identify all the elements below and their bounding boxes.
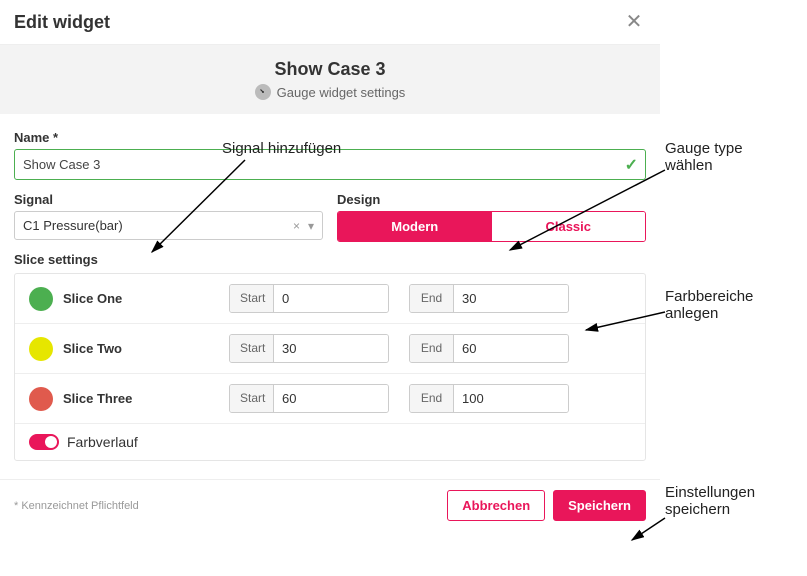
close-icon[interactable]: ✕ [622, 10, 646, 34]
annotation-color-ranges: Farbbereiche anlegen [665, 288, 785, 322]
end-label: End [410, 335, 454, 362]
slice-end-input[interactable] [454, 385, 568, 412]
slice-name-label: Slice Two [63, 341, 122, 356]
cancel-button[interactable]: Abbrechen [447, 490, 545, 521]
design-option-modern[interactable]: Modern [338, 212, 492, 241]
preview-subtitle: Gauge widget settings [277, 85, 406, 100]
slice-row: Slice One Start End [15, 274, 645, 324]
slice-end-input[interactable] [454, 335, 568, 362]
design-toggle: Modern Classic [337, 211, 646, 242]
preview-banner: Show Case 3 Gauge widget settings [0, 44, 660, 114]
end-label: End [410, 285, 454, 312]
annotation-save-settings: Einstellungen speichern [665, 484, 785, 518]
start-label: Start [230, 385, 274, 412]
clear-icon[interactable]: × [293, 219, 300, 233]
start-label: Start [230, 285, 274, 312]
slice-color-swatch[interactable] [29, 337, 53, 361]
annotation-choose-gauge: Gauge type wählen [665, 140, 785, 174]
signal-label: Signal [14, 192, 323, 207]
chevron-down-icon[interactable]: ▾ [308, 219, 314, 233]
slice-color-swatch[interactable] [29, 387, 53, 411]
gradient-label: Farbverlauf [67, 434, 138, 450]
end-label: End [410, 385, 454, 412]
gauge-icon [255, 84, 271, 100]
slice-table: Slice One Start End Slice Two Start [14, 273, 646, 461]
signal-select[interactable]: C1 Pressure(bar) × ▾ [14, 211, 323, 240]
slice-start-input[interactable] [274, 285, 388, 312]
valid-check-icon: ✓ [625, 155, 638, 175]
design-option-classic[interactable]: Classic [492, 212, 646, 241]
required-footnote: * Kennzeichnet Pflichtfeld [14, 500, 139, 512]
gradient-toggle[interactable] [29, 434, 59, 450]
start-label: Start [230, 335, 274, 362]
design-label: Design [337, 192, 646, 207]
preview-title: Show Case 3 [0, 59, 660, 80]
slice-name-label: Slice One [63, 291, 122, 306]
slice-start-input[interactable] [274, 335, 388, 362]
annotation-add-signal: Signal hinzufügen [222, 140, 341, 157]
slice-color-swatch[interactable] [29, 287, 53, 311]
save-button[interactable]: Speichern [553, 490, 646, 521]
gradient-row: Farbverlauf [15, 424, 645, 460]
dialog-title: Edit widget [14, 12, 110, 33]
slice-name-label: Slice Three [63, 391, 132, 406]
slice-start-input[interactable] [274, 385, 388, 412]
signal-value: C1 Pressure(bar) [23, 218, 123, 233]
slice-row: Slice Two Start End [15, 324, 645, 374]
slice-row: Slice Three Start End [15, 374, 645, 424]
slice-end-input[interactable] [454, 285, 568, 312]
slice-settings-label: Slice settings [14, 252, 646, 267]
